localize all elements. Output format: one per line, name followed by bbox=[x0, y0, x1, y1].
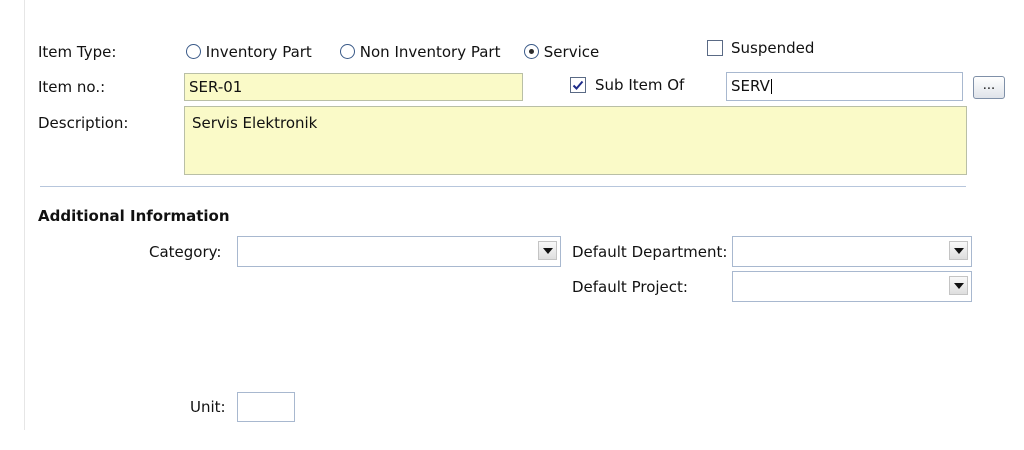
default-project-label: Default Project: bbox=[572, 278, 688, 296]
default-project-dropdown[interactable] bbox=[732, 271, 972, 302]
category-label: Category: bbox=[149, 243, 222, 261]
checkmark-icon bbox=[572, 80, 584, 90]
default-department-label: Default Department: bbox=[572, 243, 728, 261]
default-department-dropdown[interactable] bbox=[732, 236, 972, 267]
radio-service-label: Service bbox=[543, 43, 600, 61]
radio-non-inventory-part-label: Non Inventory Part bbox=[359, 43, 501, 61]
category-dropdown[interactable] bbox=[237, 236, 561, 267]
suspended-label: Suspended bbox=[731, 39, 815, 57]
sub-item-of-input[interactable]: SERV bbox=[726, 72, 963, 101]
chevron-down-icon[interactable] bbox=[949, 276, 968, 295]
sub-item-of-value: SERV bbox=[731, 77, 770, 95]
sub-item-of-checkbox[interactable] bbox=[570, 77, 586, 93]
chevron-down-icon[interactable] bbox=[538, 241, 557, 260]
description-label: Description: bbox=[38, 114, 129, 132]
chevron-down-icon[interactable] bbox=[949, 241, 968, 260]
unit-input[interactable] bbox=[237, 392, 295, 422]
radio-inventory-part[interactable]: Inventory Part bbox=[186, 42, 312, 62]
section-divider bbox=[40, 186, 966, 187]
description-value: Servis Elektronik bbox=[192, 114, 318, 132]
browse-button-label: ... bbox=[982, 78, 996, 93]
text-cursor bbox=[770, 79, 772, 94]
radio-inventory-part-label: Inventory Part bbox=[205, 43, 312, 61]
item-type-label: Item Type: bbox=[38, 43, 117, 61]
radio-non-inventory-part[interactable]: Non Inventory Part bbox=[340, 42, 500, 62]
suspended-checkbox[interactable] bbox=[707, 40, 723, 56]
item-no-label: Item no.: bbox=[38, 78, 106, 96]
sub-item-of-label: Sub Item Of bbox=[595, 76, 685, 94]
radio-icon[interactable] bbox=[186, 44, 201, 59]
window-edge bbox=[24, 0, 25, 430]
item-no-input[interactable]: SER-01 bbox=[184, 73, 523, 101]
item-no-value: SER-01 bbox=[189, 78, 243, 96]
radio-service[interactable]: Service bbox=[524, 42, 599, 62]
unit-label: Unit: bbox=[190, 398, 226, 416]
additional-info-title: Additional Information bbox=[38, 207, 230, 225]
browse-button[interactable]: ... bbox=[973, 76, 1005, 99]
description-textarea[interactable]: Servis Elektronik bbox=[184, 106, 967, 175]
radio-selected-icon[interactable] bbox=[524, 44, 539, 59]
radio-icon[interactable] bbox=[340, 44, 355, 59]
